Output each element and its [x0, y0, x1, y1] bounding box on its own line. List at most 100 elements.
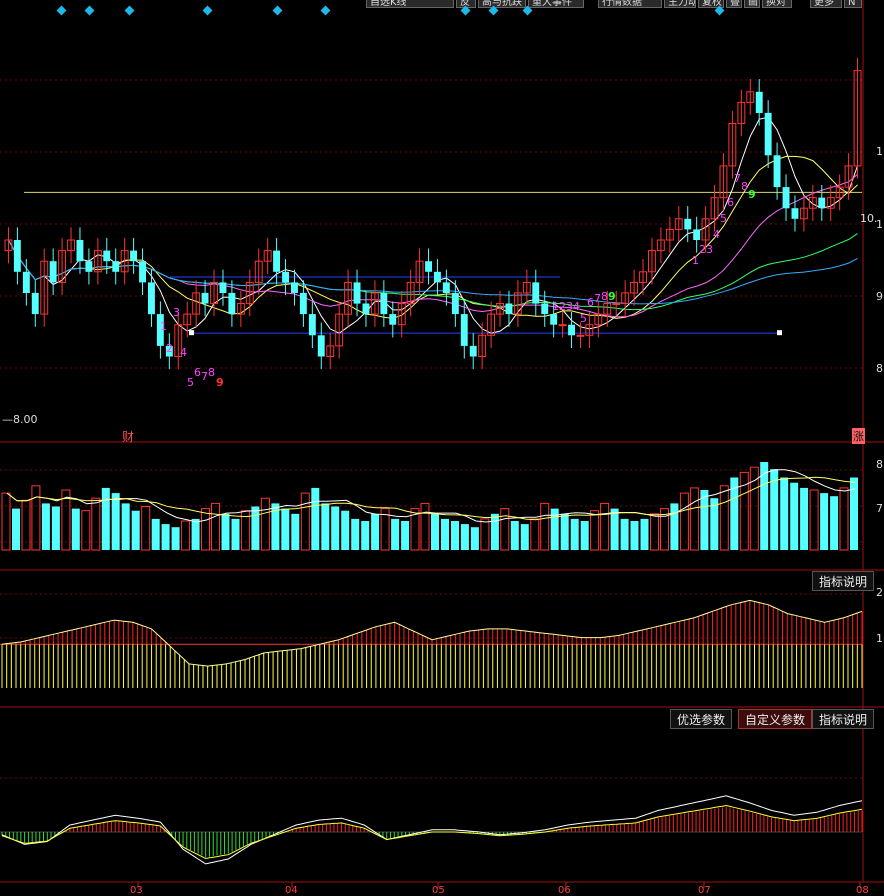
candle-body [425, 261, 432, 272]
stock-chart-canvas[interactable] [0, 0, 884, 894]
volume-bar [12, 508, 20, 550]
volume-bar [520, 524, 529, 550]
volume-bar [620, 518, 629, 550]
volume-bar [311, 487, 320, 550]
volume-bar [820, 493, 829, 550]
td-count-label: 1 [552, 300, 559, 313]
volume-bar [850, 477, 858, 550]
volume-bar [830, 496, 839, 550]
candle-body [755, 91, 763, 113]
price-axis-tick: 8 [876, 362, 883, 375]
volume-bar [151, 518, 160, 550]
td-count-label: 9 [216, 376, 224, 389]
td-count-label: 6 [727, 196, 734, 209]
toolbar-item-events[interactable]: 重大事件 [528, 0, 584, 8]
volume-bar [600, 502, 610, 551]
toolbar-item-more[interactable]: 更多 [810, 0, 842, 8]
toolbar-item-quote[interactable]: 行情数据 [598, 0, 662, 8]
custom-params-button[interactable]: 自定义参数 [738, 709, 813, 729]
candle-body [532, 282, 540, 304]
volume-bar [650, 513, 659, 551]
td-count-label: 4 [713, 228, 720, 241]
candle-body [282, 271, 289, 283]
volume-bar [81, 510, 91, 551]
td-count-label: 7 [734, 172, 741, 185]
candle-body [139, 261, 146, 283]
volume-bar [111, 493, 120, 550]
volume-bar [131, 510, 140, 550]
volume-bar [510, 521, 519, 550]
volume-bar [191, 518, 200, 550]
volume-bar [211, 502, 220, 551]
candle-body [612, 303, 621, 305]
volume-bar [590, 510, 600, 551]
td-count-label: 2 [559, 300, 566, 313]
volume-bar [470, 527, 479, 550]
low-price-label: —8.00 [2, 413, 38, 426]
indicator1-axis-tick: 2 [876, 586, 883, 599]
toolbar-item-gao[interactable]: 高与抗跌 [478, 0, 526, 8]
volume-bar [839, 487, 849, 551]
volume-bar [809, 489, 819, 551]
candle-body [362, 303, 370, 315]
td-count-label: 2 [166, 342, 173, 355]
candle-body [434, 271, 441, 283]
candle-body [273, 250, 280, 272]
channel-marker [777, 330, 782, 336]
indicator2-explain-button[interactable]: 指标说明 [812, 709, 875, 729]
volume-bar [689, 487, 699, 551]
indicator1-explain-button[interactable]: 指标说明 [812, 571, 875, 591]
volume-bar [441, 518, 449, 550]
candle-body [308, 314, 316, 336]
volume-bar [321, 503, 330, 550]
candle-body [85, 261, 93, 272]
td-count-label: 3 [706, 243, 713, 256]
volume-bar [281, 508, 290, 550]
candle-body [773, 155, 781, 188]
toolbar-item-kline[interactable]: 自选K线 [366, 0, 454, 8]
volume-bar [41, 503, 50, 550]
volume-bar [300, 492, 310, 551]
toolbar-item-swap[interactable]: 换对 [762, 0, 792, 8]
volume-bar [460, 524, 469, 550]
volume-bar [121, 503, 130, 550]
x-axis-label: 08 [856, 885, 869, 896]
candle-body [299, 292, 307, 315]
volume-bar [790, 482, 799, 550]
volume-bar [351, 518, 360, 550]
toolbar-item-flow[interactable]: 主力动线 [664, 0, 696, 8]
candle-body [13, 240, 21, 272]
candle-body [693, 229, 701, 240]
td-count-label: 9 [748, 188, 756, 201]
indicator1-axis-tick: 1 [876, 632, 883, 645]
limit-up-marker[interactable]: 涨 [852, 428, 865, 444]
td-count-label: 5 [720, 212, 727, 225]
finance-marker[interactable]: 财 [122, 428, 134, 445]
td-count-label: 8 [741, 180, 748, 193]
volume-bar [21, 499, 31, 551]
volume-bar [570, 518, 579, 550]
candle-body [469, 345, 477, 357]
td-count-label: 4 [573, 300, 580, 313]
candle-body [317, 335, 325, 357]
volume-bar [540, 502, 550, 551]
candle-body [782, 187, 790, 209]
candle-body [451, 292, 459, 315]
td-count-label: 8 [208, 366, 215, 379]
candle-body [291, 282, 298, 293]
candle-body [818, 197, 826, 209]
optimal-params-button[interactable]: 优选参数 [670, 709, 733, 729]
candle-body [380, 292, 388, 315]
toolbar-item-overlay[interactable]: 叠 [726, 0, 742, 8]
price-right-label: 10. [860, 212, 878, 225]
candle-body [764, 112, 772, 156]
volume-bar [640, 518, 649, 550]
toolbar-item-draw[interactable]: 画 [744, 0, 760, 8]
price-axis-tick: 9 [876, 290, 883, 303]
volume-bar [341, 510, 350, 550]
candle-body [550, 314, 558, 325]
x-axis-label: 04 [285, 885, 298, 896]
toolbar-item-n[interactable]: N [844, 0, 862, 8]
volume-axis-tick: 7 [876, 502, 883, 515]
td-count-label: 6 [194, 366, 201, 379]
